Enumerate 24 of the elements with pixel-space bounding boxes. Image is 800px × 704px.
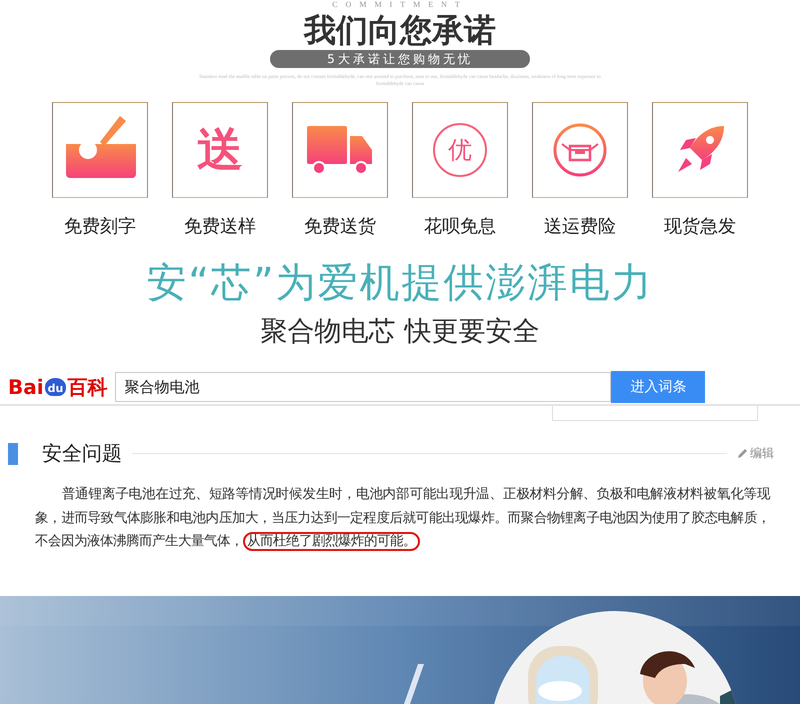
pencil-icon	[737, 448, 748, 459]
promise-label: 花呗免息	[424, 215, 496, 238]
promise-label: 免费送货	[304, 215, 376, 238]
promise-glyph: 优	[433, 123, 487, 177]
paragraph: 普通锂离子电池在过充、短路等情况时候发生时，电池内部可能出现升温、正极材料分解、负极和电解液材料被氧化等现象，进而导致气体膨胀和电池内压加大，当压力达到一定程度后就可能出现爆炸。而聚合物锂离子电池因为使用了胶态电解质，不会因为液体沸腾而产生大量气体， 从而杜绝了剧烈爆炸的可能。	[35, 486, 770, 553]
edit-link[interactable]: 编辑	[737, 445, 774, 462]
section-title: 我们向您承诺	[304, 12, 496, 48]
circled-phrase: 从而杜绝了剧烈爆炸的可能。	[243, 532, 420, 551]
search-field[interactable]: 聚合物电池	[115, 372, 612, 402]
logo: Bai du 百科	[8, 374, 108, 400]
promise-glyph: 送	[197, 121, 243, 178]
subtitle-pill: 5大承诺让您购物无忧	[270, 50, 530, 68]
promise-label: 免费刻字	[64, 215, 136, 238]
heading-bar	[8, 442, 18, 464]
truck-icon	[305, 124, 375, 176]
slogan-headline: 安“芯”为爱机提供澎湃电力	[146, 259, 654, 308]
section-heading: 安全问题	[42, 440, 122, 467]
promise-label: 送运费险	[544, 215, 616, 238]
promise-label: 现货急发	[664, 215, 736, 238]
package-icon	[552, 122, 608, 178]
enter-entry-button[interactable]: 进入词条	[611, 371, 706, 403]
slogan-subline: 聚合物电芯 快更要安全	[260, 315, 540, 349]
eyebrow-text: COMMITMENT	[332, 0, 468, 10]
promise-label: 免费送样	[184, 215, 256, 238]
